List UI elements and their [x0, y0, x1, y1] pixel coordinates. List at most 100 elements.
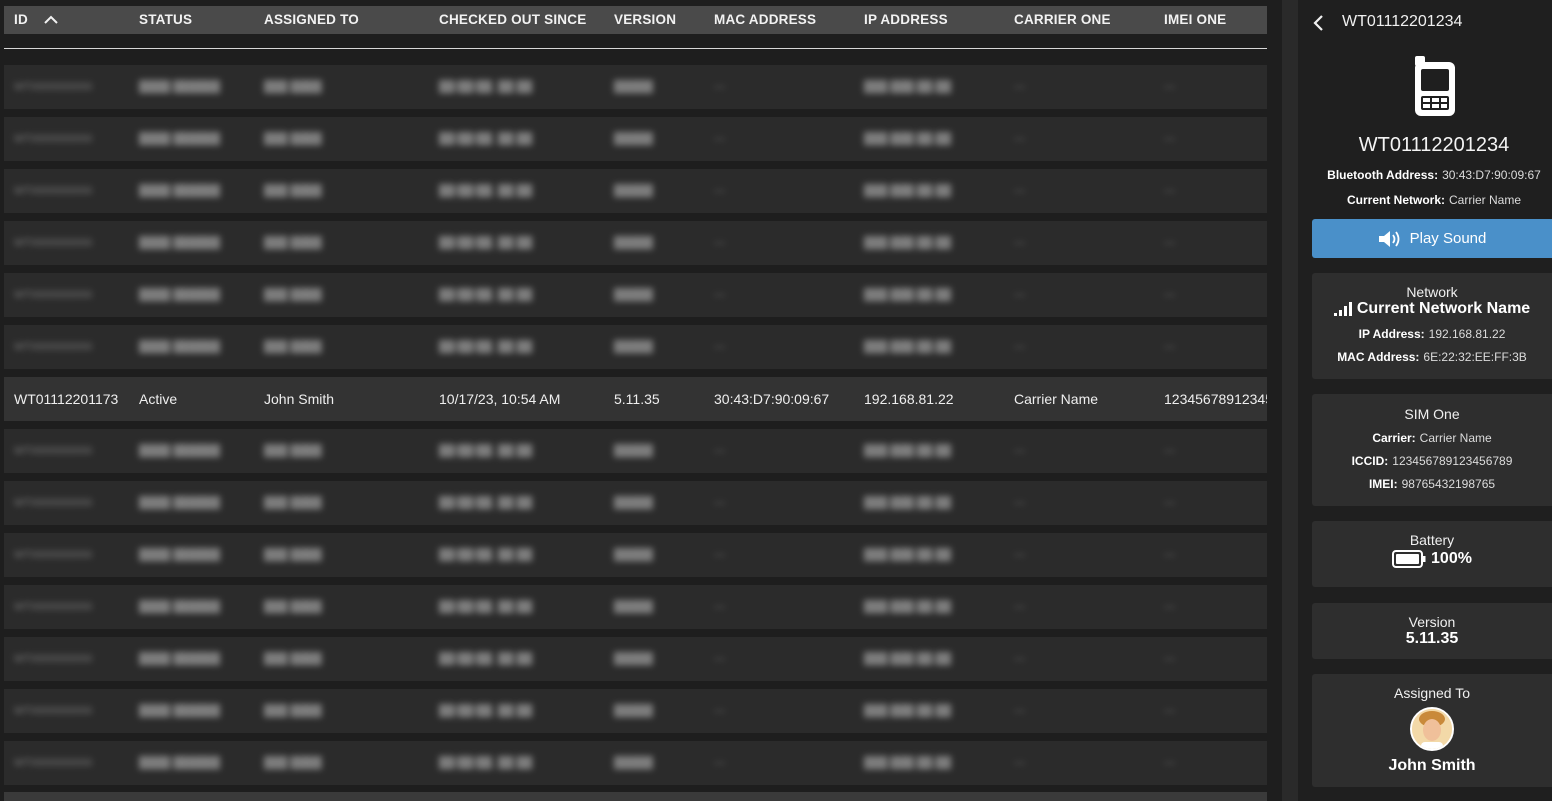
blurred-text: WT0000000000 [14, 80, 93, 93]
blurred-text: ███.███.██.██ [864, 236, 952, 249]
blurred-cell: — [714, 325, 859, 369]
blurred-text: — [1014, 652, 1025, 665]
value: 192.168.81.22 [1428, 327, 1506, 341]
blurred-cell: WT0000000000 [14, 65, 134, 109]
blurred-cell: ██/██/██, ██ ██ [439, 741, 609, 785]
blurred-text: WT0000000000 [14, 132, 93, 145]
blurred-text: — [714, 600, 725, 613]
column-header-assigned-to[interactable]: ASSIGNED TO [264, 6, 359, 34]
table-row[interactable]: WT0000000000 ████ ██████ ███ ████ ██/██/██,… [4, 65, 1267, 109]
sort-ascending-icon[interactable] [44, 15, 58, 25]
label: IP Address: [1358, 327, 1425, 341]
blurred-text: — [714, 184, 725, 197]
column-header-checked-out-since[interactable]: CHECKED OUT SINCE [439, 6, 586, 34]
blurred-cell: ███ ████ [264, 325, 434, 369]
blurred-cell: ███.███.██.██ [864, 325, 1009, 369]
network-card: Network Current Network Name IP Address:… [1312, 273, 1552, 379]
blurred-text: — [714, 704, 725, 717]
blurred-text: █████ [614, 756, 653, 769]
blurred-text: █████ [614, 132, 653, 145]
table-row[interactable]: WT0000000000 ████ ██████ ███ ████ ██/██/██,… [4, 689, 1267, 733]
blurred-cell: — [1164, 117, 1267, 161]
blurred-cell: ████ ██████ [139, 481, 257, 525]
blurred-cell: █████ [614, 325, 709, 369]
blurred-text: ████ ██████ [139, 548, 220, 561]
blurred-cell: ████ ██████ [139, 637, 257, 681]
blurred-text: ████ ██████ [139, 340, 220, 353]
table-row[interactable]: WT0000000000 ████ ██████ ███ ████ ██/██/██,… [4, 169, 1267, 213]
blurred-cell: WT0000000000 [14, 429, 134, 473]
blurred-text: — [1014, 704, 1025, 717]
blurred-text: WT0000000000 [14, 288, 93, 301]
table-row[interactable]: WT0000000000 ████ ██████ ███ ████ ██/██/██,… [4, 117, 1267, 161]
chevron-left-icon[interactable] [1310, 14, 1328, 32]
blurred-text: ███.███.██.██ [864, 704, 952, 717]
blurred-cell: █████ [614, 481, 709, 525]
blurred-text: — [1164, 184, 1175, 197]
blurred-cell: ███.███.██.██ [864, 169, 1009, 213]
column-header-ip-address[interactable]: IP ADDRESS [864, 6, 948, 34]
table-row[interactable]: WT0000000000 ████ ██████ ███ ████ ██/██/██,… [4, 533, 1267, 577]
column-header-status[interactable]: STATUS [139, 6, 192, 34]
table-row[interactable]: WT0000000000 ████ ██████ ███ ████ ██/██/██,… [4, 325, 1267, 369]
blurred-text: — [1164, 548, 1175, 561]
blurred-cell: ███ ████ [264, 221, 434, 265]
cell-checked-out-since: 10/17/23, 10:54 AM [439, 391, 561, 407]
blurred-cell: — [1014, 117, 1159, 161]
blurred-cell: ███.███.██.██ [864, 481, 1009, 525]
value: 1234567891234567​89 [1392, 454, 1513, 468]
handheld-device-icon [1415, 56, 1455, 116]
blurred-cell: ████ ██████ [139, 533, 257, 577]
device-name: WT01112201234 [1358, 134, 1510, 156]
table-row[interactable]: WT0000000000 ████ ██████ ███ ████ ██/██/██,… [4, 585, 1267, 629]
table-row-selected[interactable]: WT01112201173 Active John Smith 10/17/23… [4, 377, 1267, 421]
table-row[interactable]: WT0000000000 ████ ██████ ███ ████ ██/██/██,… [4, 481, 1267, 525]
blurred-text: — [714, 756, 725, 769]
blurred-cell: ███.███.██.██ [864, 585, 1009, 629]
sim-imei: IMEI: 98765432198765 [1312, 477, 1552, 491]
blurred-cell: ███.███.██.██ [864, 273, 1009, 317]
blurred-cell: ███.███.██.██ [864, 117, 1009, 161]
bluetooth-address: Bluetooth Address: 30:43:D7:90:09:67 [1298, 168, 1552, 182]
blurred-cell: — [1014, 533, 1159, 577]
blurred-cell: — [1014, 273, 1159, 317]
blurred-text: — [714, 548, 725, 561]
blurred-text: WT0000000000 [14, 548, 93, 561]
column-header-version[interactable]: VERSION [614, 6, 676, 34]
column-header-id[interactable]: ID [14, 6, 58, 34]
blurred-text: — [1014, 288, 1025, 301]
table-row[interactable]: WT0000000000 ████ ██████ ███ ████ ██/██/██,… [4, 273, 1267, 317]
blurred-cell: ███ ████ [264, 117, 434, 161]
cell-id: WT01112201173 [14, 391, 119, 407]
value: 30:43:D7:90:09:67 [1442, 168, 1541, 182]
table-row[interactable]: WT0000000000 ████ ██████ ███ ████ ██/██/██,… [4, 741, 1267, 785]
blurred-cell: ███.███.██.██ [864, 65, 1009, 109]
table-row[interactable]: WT0000000000 ████ ██████ ███ ████ ██/██/██,… [4, 429, 1267, 473]
blurred-text: — [1014, 132, 1025, 145]
blurred-text: — [1164, 80, 1175, 93]
blurred-cell: — [1014, 689, 1159, 733]
column-header-imei-one[interactable]: IMEI ONE [1164, 6, 1226, 34]
value: 98765432198765 [1401, 477, 1496, 491]
blurred-text: — [714, 80, 725, 93]
avatar[interactable] [1410, 707, 1454, 751]
blurred-text: ████ ██████ [139, 80, 220, 93]
blurred-cell: — [714, 221, 859, 265]
blurred-text: — [714, 444, 725, 457]
column-header-mac-address[interactable]: MAC ADDRESS [714, 6, 816, 34]
blurred-text: ████ ██████ [139, 756, 220, 769]
table-row[interactable]: WT0000000000 ████ ██████ ███ ████ ██/██/██,… [4, 637, 1267, 681]
blurred-cell: ████ ██████ [139, 65, 257, 109]
blurred-text: ███ ████ [264, 496, 322, 509]
play-sound-button[interactable]: Play Sound [1312, 219, 1552, 258]
cell-mac-address: 30:43:D7:90:09:67 [714, 391, 830, 407]
blurred-cell: ███.███.██.██ [864, 221, 1009, 265]
blurred-text: ██/██/██, ██ ██ [439, 132, 533, 145]
blurred-cell: █████ [614, 117, 709, 161]
blurred-cell: █████ [614, 429, 709, 473]
blurred-text: ███ ████ [264, 288, 322, 301]
blurred-text: ███ ████ [264, 184, 322, 197]
table-row[interactable]: WT0000000000 ████ ██████ ███ ████ ██/██/██,… [4, 221, 1267, 265]
column-header-carrier-one[interactable]: CARRIER ONE [1014, 6, 1111, 34]
blurred-text: WT0000000000 [14, 236, 93, 249]
